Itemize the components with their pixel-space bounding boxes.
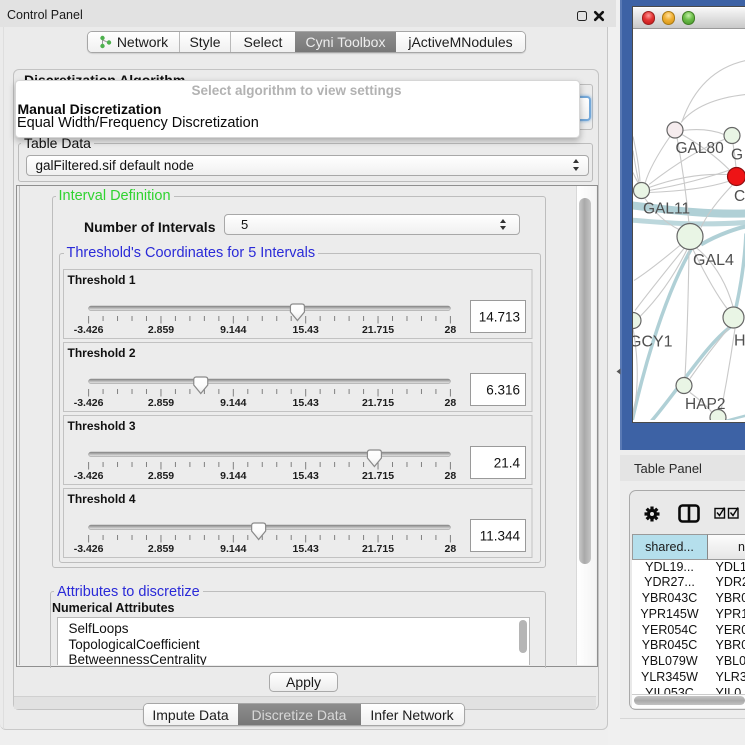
svg-text:Threshold 1: Threshold 1 [68,273,136,287]
svg-text:21.715: 21.715 [362,397,394,409]
svg-text:9.144: 9.144 [220,543,246,555]
svg-text:6.316: 6.316 [486,382,520,397]
svg-text:2.859: 2.859 [148,397,174,409]
svg-text:15.43: 15.43 [293,543,319,555]
svg-text:2.859: 2.859 [148,543,174,555]
svg-text:9.144: 9.144 [220,397,246,409]
svg-text:-3.426: -3.426 [74,397,104,409]
svg-text:11.344: 11.344 [480,528,521,543]
svg-text:-3.426: -3.426 [74,324,104,336]
svg-text:15.43: 15.43 [293,324,319,336]
svg-text:HAP2: HAP2 [685,396,726,413]
svg-text:-3.426: -3.426 [74,543,104,555]
svg-text:GCY1: GCY1 [633,333,673,350]
svg-text:GAL80: GAL80 [676,140,725,157]
svg-text:G: G [731,146,743,163]
svg-text:C: C [734,188,745,205]
svg-text:28: 28 [445,397,457,409]
svg-text:2.859: 2.859 [148,470,174,482]
svg-text:H: H [734,332,745,349]
svg-text:28: 28 [445,543,457,555]
svg-text:Threshold 2: Threshold 2 [68,346,136,360]
svg-text:-3.426: -3.426 [74,470,104,482]
svg-text:Threshold 3: Threshold 3 [68,419,136,433]
svg-text:9.144: 9.144 [220,324,246,336]
svg-text:14.713: 14.713 [479,309,520,324]
svg-text:28: 28 [445,470,457,482]
svg-text:21.715: 21.715 [362,470,394,482]
svg-text:21.4: 21.4 [494,455,521,470]
svg-text:21.715: 21.715 [362,543,394,555]
svg-text:GAL11: GAL11 [643,200,690,217]
svg-text:21.715: 21.715 [362,324,394,336]
svg-text:28: 28 [445,324,457,336]
svg-text:2.859: 2.859 [148,324,174,336]
svg-text:GAL4: GAL4 [693,252,734,269]
svg-text:15.43: 15.43 [293,397,319,409]
svg-text:Threshold 4: Threshold 4 [68,492,136,506]
svg-text:9.144: 9.144 [220,470,246,482]
svg-text:15.43: 15.43 [293,470,319,482]
